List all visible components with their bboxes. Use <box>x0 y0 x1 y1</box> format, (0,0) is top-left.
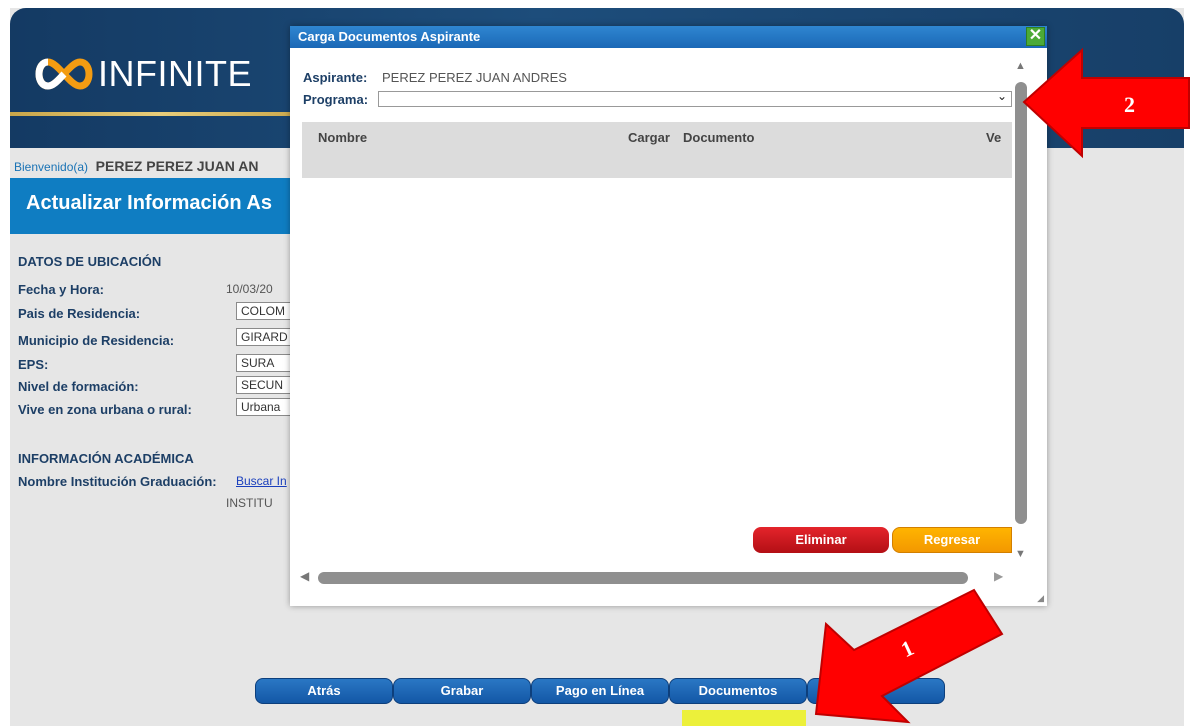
back-button[interactable]: Atrás <box>255 678 393 704</box>
documents-button[interactable]: Documentos <box>669 678 807 704</box>
resize-grip-icon[interactable]: ◢ <box>1037 593 1044 604</box>
annotation-arrow-1 <box>814 588 1004 724</box>
modal-title: Carga Documentos Aspirante <box>298 29 481 44</box>
search-institution-link[interactable]: Buscar In <box>236 474 287 488</box>
welcome-label: Bienvenido(a) <box>14 160 89 174</box>
aspirante-value: PEREZ PEREZ JUAN ANDRES <box>382 70 567 85</box>
scroll-right-icon[interactable]: ▶ <box>994 569 1003 583</box>
country-select[interactable]: COLOM <box>236 302 298 320</box>
horizontal-scrollbar[interactable] <box>318 572 968 584</box>
location-section-heading: DATOS DE UBICACIÓN <box>18 254 162 269</box>
municipality-select[interactable]: GIRARD <box>236 328 298 346</box>
return-button[interactable]: Regresar <box>892 527 1012 553</box>
education-level-select[interactable]: SECUN <box>236 376 298 394</box>
welcome-line: Bienvenido(a) PEREZ PEREZ JUAN AN <box>14 158 259 174</box>
education-level-label: Nivel de formación: <box>18 379 139 394</box>
aspirante-label: Aspirante: <box>303 70 368 85</box>
infinite-logo: INFINITE <box>32 53 252 94</box>
academic-section-heading: INFORMACIÓN ACADÉMICA <box>18 451 194 466</box>
save-button[interactable]: Grabar <box>393 678 531 704</box>
date-value: 10/03/20 <box>226 282 273 296</box>
col-ver: Ve <box>986 130 1002 145</box>
page-title: Actualizar Información As <box>26 192 272 214</box>
zone-select[interactable]: Urbana <box>236 398 298 416</box>
country-label: Pais de Residencia: <box>18 306 141 321</box>
date-label: Fecha y Hora: <box>18 282 104 297</box>
documents-table-header: Nombre Cargar Documento Ve <box>302 122 1012 178</box>
eps-select[interactable]: SURA <box>236 354 298 372</box>
modal-header: Carga Documentos Aspirante ✕ <box>290 26 1047 48</box>
documents-modal: Carga Documentos Aspirante ✕ Aspirante: … <box>290 26 1047 606</box>
welcome-user-name: PEREZ PEREZ JUAN AN <box>95 158 259 174</box>
scroll-down-icon[interactable]: ▼ <box>1015 548 1026 560</box>
programa-select[interactable]: ⌄ <box>378 89 1012 107</box>
online-payment-button[interactable]: Pago en Línea <box>531 678 669 704</box>
annotation-arrow-2 <box>1022 47 1190 159</box>
zone-label: Vive en zona urbana o rural: <box>18 402 192 417</box>
infinity-icon <box>35 58 93 90</box>
institution-label: Nombre Institución Graduación: <box>18 474 217 489</box>
col-nombre: Nombre <box>318 130 368 145</box>
documents-highlight <box>682 710 806 726</box>
col-documento: Documento <box>683 130 755 145</box>
municipality-label: Municipio de Residencia: <box>18 333 175 348</box>
annotation-number-2: 2 <box>1124 92 1135 117</box>
chevron-down-icon: ⌄ <box>996 89 1007 103</box>
scroll-left-icon[interactable]: ◀ <box>300 569 309 583</box>
eps-label: EPS: <box>18 357 49 372</box>
col-cargar: Cargar <box>628 130 670 145</box>
banner-gold-line <box>10 112 310 116</box>
institution-value: INSTITU <box>226 496 273 510</box>
logo-text: INFINITE <box>98 53 252 94</box>
programa-label: Programa: <box>303 92 369 107</box>
delete-button[interactable]: Eliminar <box>753 527 889 553</box>
